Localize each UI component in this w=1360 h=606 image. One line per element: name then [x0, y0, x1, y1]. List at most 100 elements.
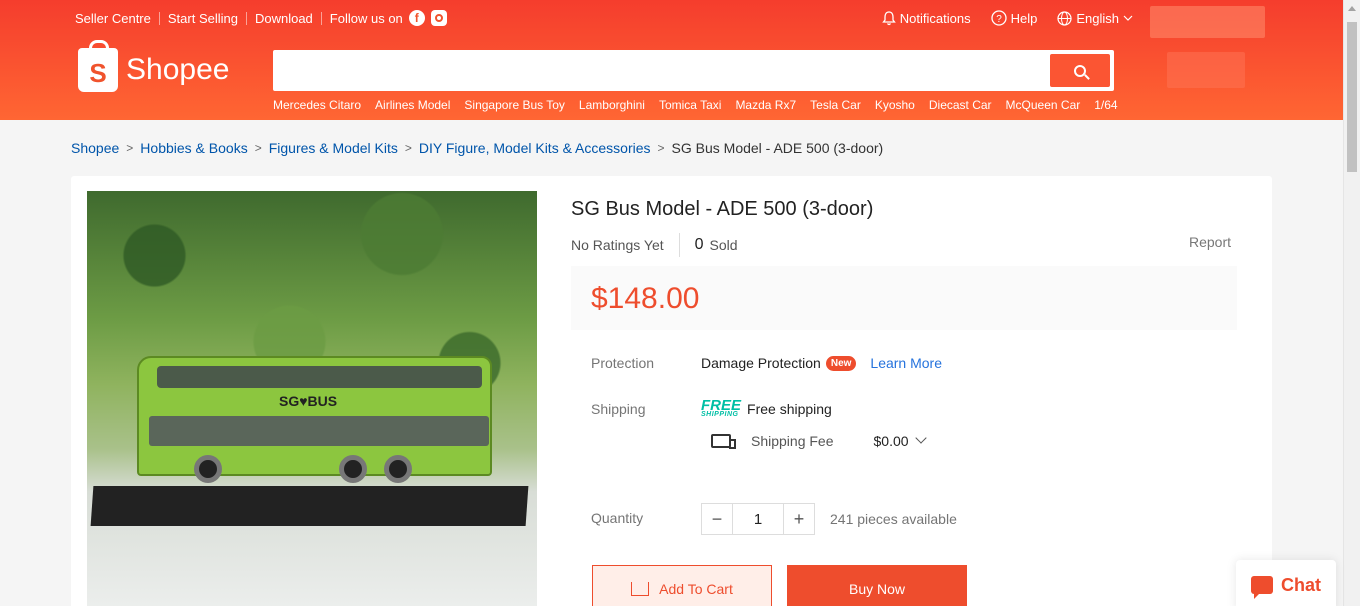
breadcrumb-link[interactable]: DIY Figure, Model Kits & Accessories [419, 140, 651, 156]
chevron-down-icon [1123, 15, 1133, 21]
free-shipping-icon: FREE SHIPPING [701, 398, 741, 418]
quantity-input[interactable]: 1 [733, 503, 783, 535]
bell-icon [881, 10, 896, 25]
learn-more-link[interactable]: Learn More [870, 355, 942, 371]
chat-bubble-icon [1251, 576, 1273, 599]
quantity-label: Quantity [591, 510, 644, 526]
chat-label: Chat [1281, 574, 1321, 595]
search-hint[interactable]: McQueen Car [1006, 98, 1081, 112]
product-stats: No Ratings Yet 0 Sold [571, 233, 738, 257]
quantity-stepper: − 1 + 241 pieces available [701, 503, 957, 535]
search-hint[interactable]: Singapore Bus Toy [464, 98, 565, 112]
search-hint[interactable]: Diecast Car [929, 98, 992, 112]
breadcrumb-link[interactable]: Shopee [71, 140, 119, 156]
search-input[interactable] [283, 52, 1053, 89]
product-title: SG Bus Model - ADE 500 (3-door) [571, 198, 874, 220]
buy-now-button[interactable]: Buy Now [787, 565, 967, 606]
help-icon: ? [990, 10, 1007, 26]
breadcrumb-link[interactable]: Hobbies & Books [140, 140, 247, 156]
shipping-fee-value: $0.00 [873, 433, 909, 449]
divider [320, 11, 322, 25]
quantity-increase-button[interactable]: + [783, 503, 815, 535]
search-button[interactable] [1050, 54, 1110, 87]
bus-logo: SG♥BUS [279, 393, 338, 409]
divider [678, 233, 680, 257]
chevron-right-icon: > [254, 141, 262, 155]
search-hint[interactable]: Tomica Taxi [659, 98, 721, 112]
shipping-fee-label: Shipping Fee [751, 433, 834, 449]
search-bar [273, 50, 1114, 91]
price-box: $148.00 [571, 266, 1237, 330]
cart-area-blurred[interactable] [1167, 52, 1245, 88]
search-icon [1074, 64, 1086, 77]
new-badge: New [825, 355, 857, 371]
truck-icon [711, 434, 736, 449]
protection-label: Protection [591, 355, 655, 371]
site-header: Seller Centre Start Selling Download Fol… [0, 0, 1343, 120]
upper-deck-windows [157, 366, 482, 388]
breadcrumb-link[interactable]: Figures & Model Kits [269, 140, 398, 156]
cart-icon [631, 582, 650, 596]
start-selling-link[interactable]: Start Selling [168, 11, 238, 26]
notifications-label: Notifications [899, 10, 971, 26]
report-link[interactable]: Report [1189, 234, 1231, 250]
protection-name: Damage Protection [701, 355, 821, 371]
shipping-label: Shipping [591, 401, 646, 417]
search-hint[interactable]: Lamborghini [579, 98, 645, 112]
scrollbar-thumb[interactable] [1347, 22, 1357, 172]
product-image[interactable]: SG♥BUS [87, 191, 537, 606]
help-link[interactable]: ? Help [990, 10, 1038, 26]
language-label: English [1076, 10, 1119, 26]
search-hint[interactable]: Tesla Car [810, 98, 861, 112]
protection-row: Damage Protection New Learn More [701, 355, 942, 371]
product-price: $148.00 [591, 282, 700, 315]
help-label: Help [1010, 10, 1038, 26]
chevron-right-icon: > [126, 141, 134, 155]
globe-icon [1057, 10, 1072, 26]
divider [158, 11, 160, 25]
logo-text: Shopee [126, 53, 230, 86]
quantity-decrease-button[interactable]: − [701, 503, 733, 535]
follow-us-label: Follow us on [329, 10, 403, 26]
notifications-link[interactable]: Notifications [881, 10, 971, 26]
sold-label: Sold [709, 237, 738, 253]
page-scrollbar[interactable] [1343, 0, 1360, 606]
free-shipping-icon-bottom: SHIPPING [701, 411, 739, 418]
account-area-blurred[interactable] [1150, 6, 1265, 38]
svg-text:?: ? [996, 14, 1002, 25]
divider [245, 11, 247, 25]
breadcrumb-current: SG Bus Model - ADE 500 (3-door) [671, 140, 884, 156]
shopee-logo[interactable]: S Shopee [78, 40, 230, 92]
product-card: SG♥BUS SG Bus Model - ADE 500 (3-door) N… [71, 176, 1272, 606]
facebook-icon[interactable]: f [408, 10, 425, 26]
shopping-bag-icon: S [78, 40, 118, 92]
ratings-text: No Ratings Yet [571, 237, 664, 253]
search-hint[interactable]: Kyosho [875, 98, 915, 112]
stock-available: 241 pieces available [830, 511, 957, 527]
search-hint[interactable]: Mercedes Citaro [273, 98, 361, 112]
shipping-fee-row[interactable]: Shipping Fee $0.00 [711, 432, 927, 449]
bus-wheel [384, 455, 412, 483]
chevron-right-icon: > [404, 141, 412, 155]
bus-wheel [339, 455, 367, 483]
scroll-up-arrow-icon[interactable] [1348, 6, 1356, 11]
model-display-base [90, 486, 529, 526]
chevron-down-icon[interactable] [914, 432, 927, 444]
add-to-cart-label: Add To Cart [659, 581, 733, 597]
add-to-cart-button[interactable]: Add To Cart [592, 565, 772, 606]
free-shipping-row: FREE SHIPPING Free shipping [701, 398, 832, 418]
search-hint[interactable]: Airlines Model [375, 98, 450, 112]
seller-centre-link[interactable]: Seller Centre [75, 11, 151, 26]
language-selector[interactable]: English [1057, 11, 1133, 26]
bus-wheel [194, 455, 222, 483]
breadcrumb: Shopee > Hobbies & Books > Figures & Mod… [71, 140, 883, 156]
chevron-right-icon: > [657, 141, 665, 155]
instagram-icon[interactable] [430, 10, 447, 26]
chat-button[interactable]: Chat [1236, 560, 1336, 606]
search-hint[interactable]: 1/64 [1094, 98, 1117, 112]
download-link[interactable]: Download [255, 11, 313, 26]
search-hint[interactable]: Mazda Rx7 [735, 98, 796, 112]
bus-model: SG♥BUS [137, 356, 492, 483]
free-shipping-text: Free shipping [747, 400, 832, 417]
search-hints: Mercedes Citaro Airlines Model Singapore… [273, 98, 1118, 112]
